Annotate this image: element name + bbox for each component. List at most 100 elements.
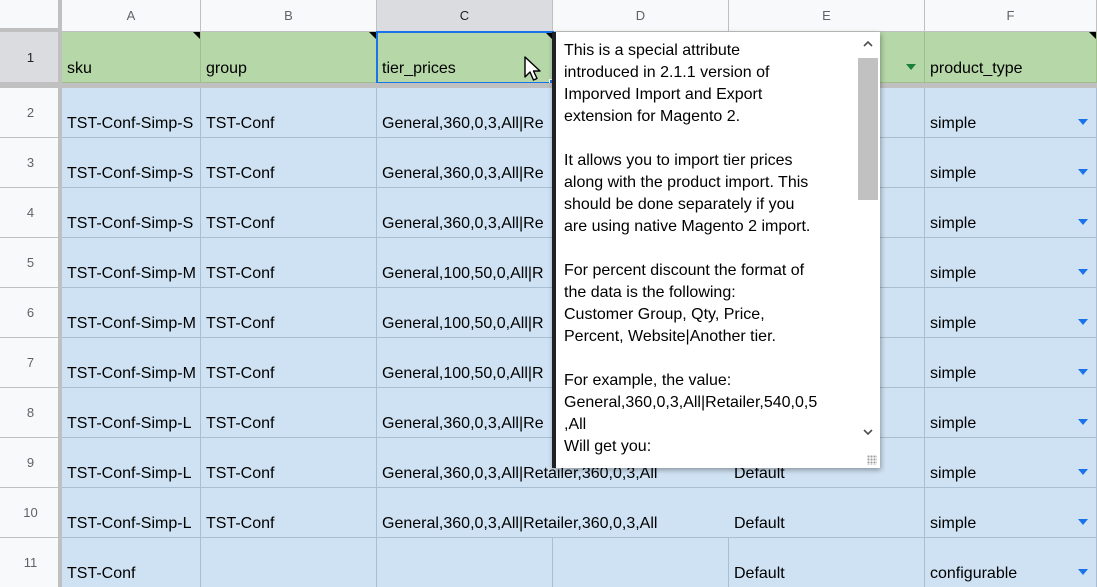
select-all-corner[interactable] <box>0 0 62 32</box>
column-header-f[interactable]: F <box>925 0 1097 32</box>
row-header-1[interactable]: 1 <box>0 32 62 83</box>
table-cell-sku[interactable]: TST-Conf-Simp-S <box>62 138 201 188</box>
row-header-9[interactable]: 9 <box>0 438 62 488</box>
table-cell-sku[interactable]: TST-Conf <box>62 538 201 587</box>
freeze-divider-vertical[interactable] <box>58 0 62 587</box>
dropdown-arrow-icon[interactable] <box>1078 369 1088 375</box>
table-cell-attribute-set[interactable]: Default <box>729 488 925 538</box>
cell-value: TST-Conf-Simp-S <box>67 215 194 232</box>
dropdown-arrow-icon[interactable] <box>1078 319 1088 325</box>
table-cell-tier-prices[interactable]: General,360,0,3,All|Re <box>377 388 553 438</box>
table-cell-sku[interactable]: TST-Conf-Simp-M <box>62 238 201 288</box>
cell-value: TST-Conf-Simp-L <box>67 465 192 482</box>
table-cell-group[interactable]: TST-Conf <box>201 88 377 138</box>
table-cell-sku[interactable]: TST-Conf-Simp-L <box>62 438 201 488</box>
table-cell-sku[interactable]: TST-Conf-Simp-S <box>62 188 201 238</box>
row-header-10[interactable]: 10 <box>0 488 62 538</box>
table-cell-product-type[interactable]: simple <box>925 188 1097 238</box>
table-cell-product-type[interactable]: simple <box>925 488 1097 538</box>
dropdown-arrow-icon[interactable] <box>1078 119 1088 125</box>
cell-value: simple <box>930 415 977 432</box>
header-cell-label: group <box>206 60 247 77</box>
table-cell-product-type[interactable]: simple <box>925 138 1097 188</box>
cell-value: General,360,0,3,All|Retailer,360,0,3,All <box>382 515 658 532</box>
table-cell-product-type[interactable]: simple <box>925 88 1097 138</box>
table-cell-tier-prices[interactable]: General,360,0,3,All|Re <box>377 88 553 138</box>
dropdown-arrow-icon[interactable] <box>1078 219 1088 225</box>
row-header-8[interactable]: 8 <box>0 388 62 438</box>
row-header-11[interactable]: 11 <box>0 538 62 587</box>
column-header-d[interactable]: D <box>553 0 729 32</box>
row-header-4[interactable]: 4 <box>0 188 62 238</box>
table-cell-group[interactable]: TST-Conf <box>201 488 377 538</box>
table-cell-tier-prices[interactable]: General,360,0,3,All|Retailer,360,0,3,All <box>377 488 729 538</box>
table-cell-group[interactable]: TST-Conf <box>201 188 377 238</box>
table-cell-sku[interactable]: TST-Conf-Simp-L <box>62 488 201 538</box>
table-cell-group[interactable] <box>201 538 377 587</box>
column-header-c[interactable]: C <box>377 0 553 32</box>
table-cell-product-type[interactable]: simple <box>925 388 1097 438</box>
cell-value: simple <box>930 115 977 132</box>
table-cell-tier-prices[interactable]: General,360,0,3,All|Re <box>377 188 553 238</box>
cell-value: TST-Conf <box>206 315 275 332</box>
dropdown-arrow-icon[interactable] <box>1078 469 1088 475</box>
table-cell-group[interactable]: TST-Conf <box>201 138 377 188</box>
freeze-divider-horizontal[interactable] <box>0 83 1097 88</box>
table-cell-tier-prices[interactable]: General,100,50,0,All|R <box>377 288 553 338</box>
scroll-up-icon[interactable] <box>862 38 874 50</box>
dropdown-arrow-icon[interactable] <box>1078 419 1088 425</box>
dropdown-arrow-icon[interactable] <box>1078 269 1088 275</box>
table-cell-group[interactable]: TST-Conf <box>201 338 377 388</box>
note-scrollbar[interactable] <box>856 32 880 468</box>
table-cell-tier-prices[interactable]: General,100,50,0,All|R <box>377 238 553 288</box>
dropdown-arrow-icon[interactable] <box>1078 169 1088 175</box>
spreadsheet-grid[interactable]: A B C D E F 1 2 3 4 5 6 7 8 9 10 11 sku … <box>0 0 1097 587</box>
table-cell-group[interactable]: TST-Conf <box>201 288 377 338</box>
dropdown-arrow-icon[interactable] <box>1078 519 1088 525</box>
scroll-thumb[interactable] <box>858 58 878 200</box>
cell-value: TST-Conf-Simp-S <box>67 115 194 132</box>
table-cell-sku[interactable]: TST-Conf-Simp-M <box>62 288 201 338</box>
dropdown-arrow-icon[interactable] <box>906 64 916 70</box>
header-cell-sku[interactable]: sku <box>62 32 201 83</box>
column-header-a[interactable]: A <box>62 0 201 32</box>
table-cell-sku[interactable]: TST-Conf-Simp-S <box>62 88 201 138</box>
cell-note-popup[interactable]: This is a special attribute introduced i… <box>552 32 880 468</box>
table-cell-tier-prices[interactable]: General,360,0,3,All|Re <box>377 138 553 188</box>
row-header-6[interactable]: 6 <box>0 288 62 338</box>
row-header-7[interactable]: 7 <box>0 338 62 388</box>
table-cell-product-type[interactable]: simple <box>925 338 1097 388</box>
cell-value: General,360,0,3,All|Re <box>382 215 544 232</box>
header-cell-product-type[interactable]: product_type <box>925 32 1097 83</box>
cell-value: TST-Conf <box>206 215 275 232</box>
table-cell-product-type[interactable]: configurable <box>925 538 1097 587</box>
resize-grip-icon[interactable] <box>867 455 877 465</box>
row-header-3[interactable]: 3 <box>0 138 62 188</box>
table-cell-attribute-set[interactable]: Default <box>729 538 925 587</box>
table-cell-d[interactable] <box>553 538 729 587</box>
table-cell-group[interactable]: TST-Conf <box>201 238 377 288</box>
table-cell-tier-prices[interactable]: General,100,50,0,All|R <box>377 338 553 388</box>
table-cell-group[interactable]: TST-Conf <box>201 388 377 438</box>
row-header-5[interactable]: 5 <box>0 238 62 288</box>
column-header-e[interactable]: E <box>729 0 925 32</box>
cell-value: configurable <box>930 565 1018 582</box>
table-cell-tier-prices[interactable] <box>377 538 553 587</box>
table-cell-product-type[interactable]: simple <box>925 438 1097 488</box>
header-cell-group[interactable]: group <box>201 32 377 83</box>
cell-value: General,100,50,0,All|R <box>382 315 544 332</box>
table-cell-product-type[interactable]: simple <box>925 288 1097 338</box>
row-header-2[interactable]: 2 <box>0 88 62 138</box>
scroll-down-icon[interactable] <box>862 426 874 438</box>
table-cell-group[interactable]: TST-Conf <box>201 438 377 488</box>
dropdown-arrow-icon[interactable] <box>1078 569 1088 575</box>
column-header-b[interactable]: B <box>201 0 377 32</box>
note-text[interactable]: This is a special attribute introduced i… <box>564 40 854 458</box>
table-cell-sku[interactable]: TST-Conf-Simp-M <box>62 338 201 388</box>
cell-value: TST-Conf <box>206 165 275 182</box>
cell-value: simple <box>930 465 977 482</box>
cell-value: Default <box>734 565 785 582</box>
table-cell-sku[interactable]: TST-Conf-Simp-L <box>62 388 201 438</box>
cell-value: TST-Conf <box>206 415 275 432</box>
table-cell-product-type[interactable]: simple <box>925 238 1097 288</box>
